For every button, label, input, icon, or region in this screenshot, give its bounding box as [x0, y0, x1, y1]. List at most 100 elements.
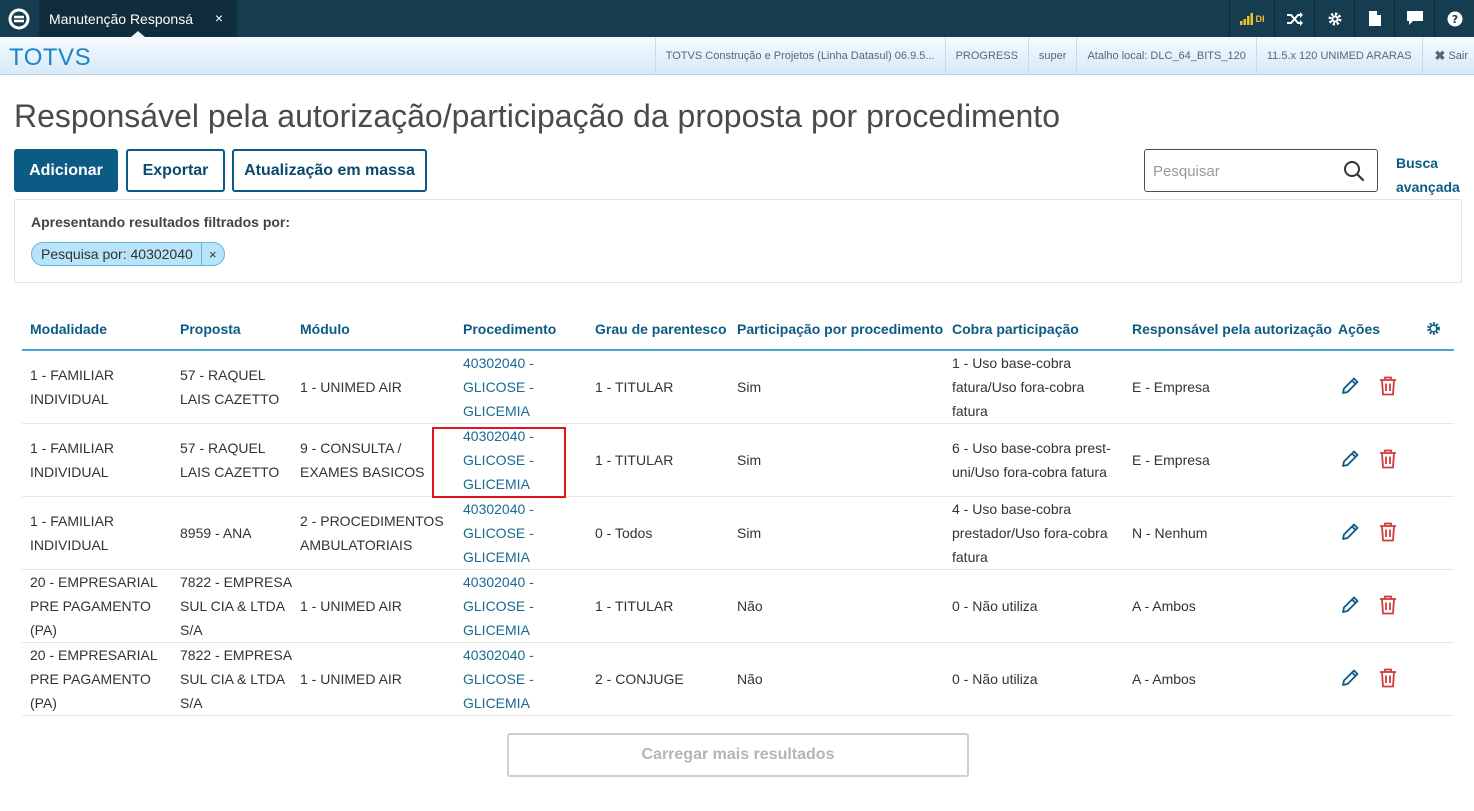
info-user: super	[1027, 37, 1077, 75]
cell-modulo: 1 - UNIMED AIR	[300, 598, 402, 614]
filter-chip: Pesquisa por: 40302040 ×	[31, 242, 225, 266]
header-responsavel[interactable]: Responsável pela autorização	[1132, 321, 1332, 337]
top-bar: Manutenção Responsá × DI ?	[0, 0, 1474, 37]
cell-proposta: 57 - RAQUEL LAIS CAZETTO	[180, 440, 280, 480]
cell-grau: 0 - Todos	[595, 525, 653, 541]
page-title: Responsável pela autorização/participaçã…	[14, 98, 1060, 134]
edit-pencil-icon[interactable]	[1340, 595, 1360, 620]
cell-modalidade: 1 - FAMILIAR INDIVIDUAL	[30, 513, 115, 553]
cell-grau: 1 - TITULAR	[595, 452, 674, 468]
top-icon-group: DI ?	[1229, 0, 1474, 37]
signal-text: DI	[1255, 13, 1265, 24]
cell-grau: 1 - TITULAR	[595, 598, 674, 614]
cell-grau: 2 - CONJUGE	[595, 671, 684, 687]
cell-cobra: 6 - Uso base-cobra prest-uni/Uso fora-co…	[952, 440, 1111, 480]
search-input[interactable]	[1153, 160, 1333, 182]
close-icon: ✖	[1434, 48, 1446, 63]
mass-update-button[interactable]: Atualização em massa	[232, 149, 427, 192]
shuffle-icon[interactable]	[1274, 0, 1314, 37]
table-row: 1 - FAMILIAR INDIVIDUAL 57 - RAQUEL LAIS…	[22, 424, 1454, 497]
edit-pencil-icon[interactable]	[1340, 522, 1360, 547]
cell-procedimento[interactable]: 40302040 - GLICOSE - GLICEMIA	[463, 570, 559, 642]
header-cobra-participacao[interactable]: Cobra participação	[952, 321, 1079, 337]
cell-modulo: 9 - CONSULTA / EXAMES BASICOS	[300, 440, 425, 480]
tab-label: Manutenção Responsá	[49, 10, 193, 27]
search-icon[interactable]	[1343, 160, 1365, 187]
cell-proposta: 8959 - ANA	[180, 525, 252, 541]
chip-close-icon[interactable]: ×	[202, 247, 224, 262]
cell-modalidade: 1 - FAMILIAR INDIVIDUAL	[30, 440, 115, 480]
delete-trash-icon[interactable]	[1379, 449, 1397, 474]
add-button[interactable]: Adicionar	[14, 149, 118, 192]
cell-proposta: 7822 - EMPRESA SUL CIA & LTDA S/A	[180, 647, 292, 711]
cell-proposta: 57 - RAQUEL LAIS CAZETTO	[180, 367, 280, 407]
document-icon[interactable]	[1354, 0, 1394, 37]
edit-pencil-icon[interactable]	[1340, 376, 1360, 401]
info-bar: TOTVS TOTVS Construção e Projetos (Linha…	[0, 37, 1474, 75]
cell-cobra: 0 - Não utiliza	[952, 671, 1038, 687]
signal-icon[interactable]: DI	[1229, 0, 1274, 37]
cell-cobra: 0 - Não utiliza	[952, 598, 1038, 614]
logout-label: Sair	[1448, 50, 1468, 62]
cell-procedimento[interactable]: 40302040 - GLICOSE - GLICEMIA	[463, 351, 559, 423]
info-version: 11.5.x 120 UNIMED ARARAS	[1255, 37, 1422, 75]
filter-chip-label: Pesquisa por: 40302040	[32, 243, 202, 265]
cell-procedimento[interactable]: 40302040 - GLICOSE - GLICEMIA	[463, 424, 559, 496]
delete-trash-icon[interactable]	[1379, 376, 1397, 401]
cell-participacao: Não	[737, 598, 763, 614]
cell-participacao: Não	[737, 671, 763, 687]
cell-modulo: 1 - UNIMED AIR	[300, 671, 402, 687]
tab-close-icon[interactable]: ×	[215, 10, 223, 26]
logout-button[interactable]: ✖ Sair	[1421, 37, 1474, 75]
search-box	[1144, 149, 1378, 192]
brand-logo: TOTVS	[9, 44, 92, 71]
column-settings-gear-icon[interactable]	[1426, 321, 1441, 341]
session-info: TOTVS Construção e Projetos (Linha Datas…	[654, 37, 1474, 75]
load-more-button[interactable]: Carregar mais resultados	[507, 733, 969, 777]
export-button[interactable]: Exportar	[126, 149, 225, 192]
svg-text:?: ?	[1451, 13, 1457, 26]
help-icon[interactable]: ?	[1434, 0, 1474, 37]
totvs-logo-icon[interactable]	[0, 0, 37, 37]
table-row: 20 - EMPRESARIAL PRE PAGAMENTO (PA) 7822…	[22, 643, 1454, 716]
cell-responsavel: E - Empresa	[1132, 379, 1210, 395]
header-procedimento[interactable]: Procedimento	[463, 321, 556, 337]
cell-participacao: Sim	[737, 379, 762, 395]
table-row: 1 - FAMILIAR INDIVIDUAL 8959 - ANA 2 - P…	[22, 497, 1454, 570]
table-header: Modalidade Proposta Módulo Procedimento …	[22, 307, 1454, 351]
filter-title: Apresentando resultados filtrados por:	[31, 214, 291, 230]
header-modalidade[interactable]: Modalidade	[30, 321, 107, 337]
header-participacao[interactable]: Participação por procedimento	[737, 321, 943, 337]
table-row: 1 - FAMILIAR INDIVIDUAL 57 - RAQUEL LAIS…	[22, 351, 1454, 424]
cell-procedimento[interactable]: 40302040 - GLICOSE - GLICEMIA	[463, 497, 559, 569]
table-row: 20 - EMPRESARIAL PRE PAGAMENTO (PA) 7822…	[22, 570, 1454, 643]
cell-responsavel: A - Ambos	[1132, 671, 1196, 687]
cell-proposta: 7822 - EMPRESA SUL CIA & LTDA S/A	[180, 574, 292, 638]
info-shortcut: Atalho local: DLC_64_BITS_120	[1076, 37, 1255, 75]
info-product: TOTVS Construção e Projetos (Linha Datas…	[654, 37, 945, 75]
header-proposta[interactable]: Proposta	[180, 321, 241, 337]
delete-trash-icon[interactable]	[1379, 522, 1397, 547]
filter-panel: Apresentando resultados filtrados por: P…	[14, 199, 1462, 283]
edit-pencil-icon[interactable]	[1340, 449, 1360, 474]
delete-trash-icon[interactable]	[1379, 595, 1397, 620]
cell-procedimento[interactable]: 40302040 - GLICOSE - GLICEMIA	[463, 643, 559, 715]
advanced-search-link[interactable]: Busca avançada	[1396, 151, 1462, 199]
results-table: Modalidade Proposta Módulo Procedimento …	[22, 307, 1454, 716]
tab-manutencao[interactable]: Manutenção Responsá ×	[39, 0, 237, 37]
header-acoes: Ações	[1338, 321, 1381, 337]
header-grau-parentesco[interactable]: Grau de parentesco	[595, 321, 727, 337]
cell-modulo: 2 - PROCEDIMENTOS AMBULATORIAIS	[300, 513, 444, 553]
edit-pencil-icon[interactable]	[1340, 668, 1360, 693]
cell-grau: 1 - TITULAR	[595, 379, 674, 395]
cell-modalidade: 1 - FAMILIAR INDIVIDUAL	[30, 367, 115, 407]
cell-participacao: Sim	[737, 525, 762, 541]
header-modulo[interactable]: Módulo	[300, 321, 350, 337]
gear-icon[interactable]	[1314, 0, 1354, 37]
chat-icon[interactable]	[1394, 0, 1434, 37]
delete-trash-icon[interactable]	[1379, 668, 1397, 693]
cell-participacao: Sim	[737, 452, 762, 468]
info-database: PROGRESS	[944, 37, 1028, 75]
cell-modalidade: 20 - EMPRESARIAL PRE PAGAMENTO (PA)	[30, 647, 158, 711]
cell-modalidade: 20 - EMPRESARIAL PRE PAGAMENTO (PA)	[30, 574, 158, 638]
